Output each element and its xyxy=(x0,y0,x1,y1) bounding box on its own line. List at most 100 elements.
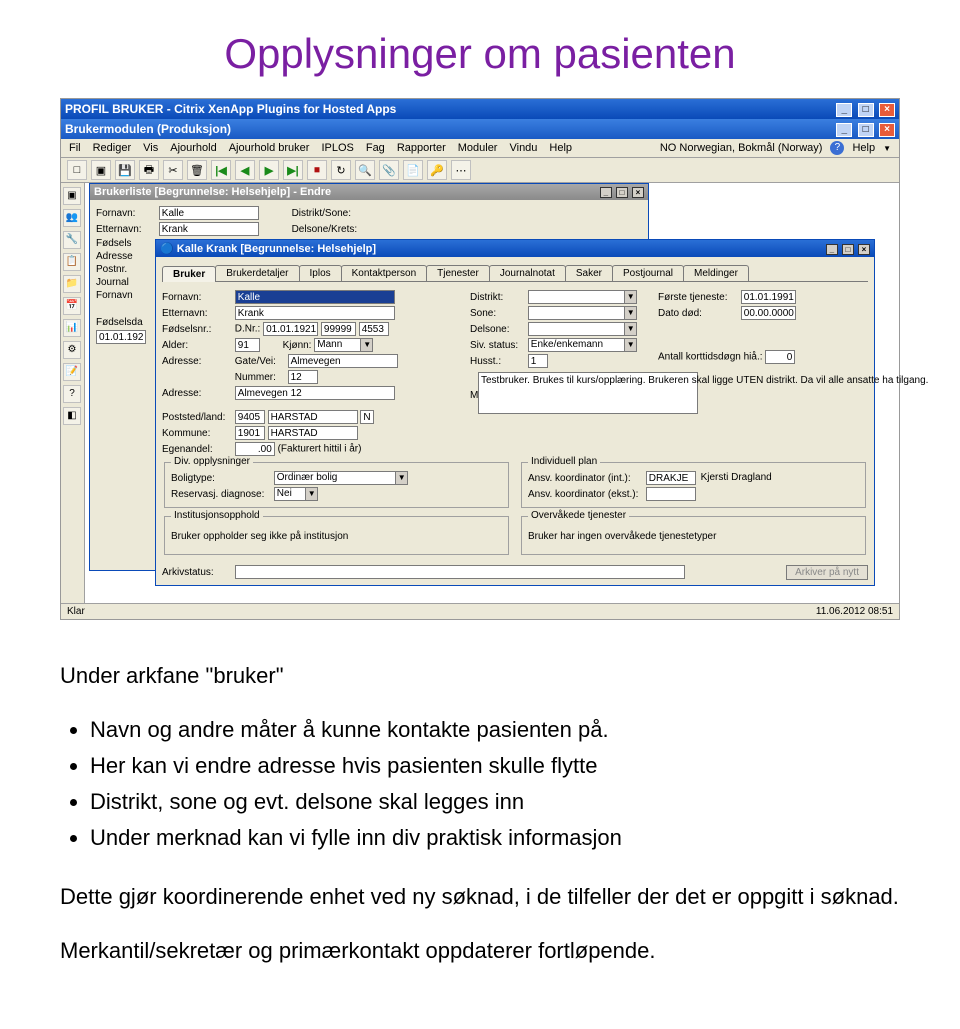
side-tool-help[interactable]: ? xyxy=(63,385,81,403)
fld-fornavn[interactable]: Kalle xyxy=(235,290,395,304)
tool-misc-icon[interactable]: ⋯ xyxy=(451,160,471,180)
maximize-button[interactable]: □ xyxy=(858,103,874,117)
menu-ajourhold-bruker[interactable]: Ajourhold bruker xyxy=(229,142,310,154)
menu-fag[interactable]: Fag xyxy=(366,142,385,154)
tab-postjournal[interactable]: Postjournal xyxy=(612,265,684,281)
tool-save-icon[interactable]: 💾 xyxy=(115,160,135,180)
detail-min[interactable]: _ xyxy=(826,244,838,255)
lbl-adresse3: Adresse: xyxy=(162,388,232,399)
side-tool-2[interactable]: 👥 xyxy=(63,209,81,227)
dd-boligtype[interactable]: Ordinær bolig▼ xyxy=(274,471,408,485)
fld-merknad[interactable]: Testbruker. Brukes til kurs/opplæring. B… xyxy=(478,372,698,414)
fld-alder[interactable]: 91 xyxy=(235,338,260,352)
fld-dnr2[interactable]: 4553 xyxy=(359,322,389,336)
brukerliste-close[interactable]: × xyxy=(632,187,644,198)
dd-kjonn[interactable]: Mann▼ xyxy=(314,338,373,352)
tab-iplos[interactable]: Iplos xyxy=(299,265,342,281)
menu-ajourhold[interactable]: Ajourhold xyxy=(170,142,216,154)
app-maximize-button[interactable]: □ xyxy=(858,123,874,137)
tool-refresh-icon[interactable]: ↻ xyxy=(331,160,351,180)
detail-close[interactable]: × xyxy=(858,244,870,255)
tool-new-icon[interactable]: □ xyxy=(67,160,87,180)
menu-help[interactable]: Help xyxy=(549,142,572,154)
side-tool-6[interactable]: 📅 xyxy=(63,297,81,315)
list-etternavn[interactable]: Krank xyxy=(159,222,259,236)
fld-fodselsnr[interactable]: 01.01.1921 xyxy=(263,322,318,336)
app-title: Brukermodulen (Produksjon) xyxy=(65,122,231,136)
fld-arkivstatus[interactable] xyxy=(235,565,685,579)
dd-sone[interactable]: ▼ xyxy=(528,306,637,320)
btn-arkiver[interactable]: Arkiver på nytt xyxy=(786,565,868,580)
side-tool-5[interactable]: 📁 xyxy=(63,275,81,293)
tool-first-icon[interactable]: |◀ xyxy=(211,160,231,180)
side-tool-7[interactable]: 📊 xyxy=(63,319,81,337)
help-dropdown-arrow[interactable]: ▼ xyxy=(883,144,891,153)
fld-antall-kort[interactable]: 0 xyxy=(765,350,795,364)
tab-brukerdetaljer[interactable]: Brukerdetaljer xyxy=(215,265,299,281)
tab-kontaktperson[interactable]: Kontaktperson xyxy=(341,265,428,281)
brukerliste-min[interactable]: _ xyxy=(600,187,612,198)
tool-delete-icon[interactable]: 🗑 xyxy=(187,160,207,180)
side-tool-9[interactable]: 📝 xyxy=(63,363,81,381)
tool-attach-icon[interactable]: 📎 xyxy=(379,160,399,180)
menu-vis[interactable]: Vis xyxy=(143,142,158,154)
tool-search-icon[interactable]: 🔍 xyxy=(355,160,375,180)
tool-note-icon[interactable]: 📄 xyxy=(403,160,423,180)
tab-tjenester[interactable]: Tjenester xyxy=(426,265,490,281)
fld-kommunenr[interactable]: 1901 xyxy=(235,426,265,440)
detail-tabs: Bruker Brukerdetaljer Iplos Kontaktperso… xyxy=(162,265,868,282)
side-tool-8[interactable]: ⚙ xyxy=(63,341,81,359)
menu-fil[interactable]: Fil xyxy=(69,142,81,154)
help-icon[interactable]: ? xyxy=(830,141,844,155)
tab-journalnotat[interactable]: Journalnotat xyxy=(489,265,566,281)
fld-husst[interactable]: 1 xyxy=(528,354,548,368)
fld-adresse[interactable]: Almevegen 12 xyxy=(235,386,395,400)
minimize-button[interactable]: _ xyxy=(836,103,852,117)
side-tool-3[interactable]: 🔧 xyxy=(63,231,81,249)
tool-stop-icon[interactable]: ⏹ xyxy=(307,160,327,180)
side-tool-4[interactable]: 📋 xyxy=(63,253,81,271)
fld-poststed[interactable]: HARSTAD xyxy=(268,410,358,424)
menu-iplos[interactable]: IPLOS xyxy=(321,142,353,154)
fld-koord-ekst-code[interactable] xyxy=(646,487,696,501)
menu-moduler[interactable]: Moduler xyxy=(458,142,498,154)
fld-forste-tjeneste[interactable]: 01.01.1991 xyxy=(741,290,796,304)
fld-gate[interactable]: Almevegen xyxy=(288,354,398,368)
fld-postland[interactable]: N xyxy=(360,410,374,424)
fld-nummer[interactable]: 12 xyxy=(288,370,318,384)
tool-prev-icon[interactable]: ◀ xyxy=(235,160,255,180)
fld-dato-dod[interactable]: 00.00.0000 xyxy=(741,306,796,320)
fld-koord-int-code[interactable]: DRAKJE xyxy=(646,471,696,485)
side-tool-1[interactable]: ▣ xyxy=(63,187,81,205)
dd-delsone[interactable]: ▼ xyxy=(528,322,637,336)
fld-postnr[interactable]: 9405 xyxy=(235,410,265,424)
tool-next-icon[interactable]: ▶ xyxy=(259,160,279,180)
app-minimize-button[interactable]: _ xyxy=(836,123,852,137)
detail-max[interactable]: □ xyxy=(842,244,854,255)
tool-print-icon[interactable]: 🖶 xyxy=(139,160,159,180)
help-label[interactable]: Help xyxy=(852,142,875,154)
menu-vindu[interactable]: Vindu xyxy=(509,142,537,154)
tool-open-icon[interactable]: ▣ xyxy=(91,160,111,180)
tool-key-icon[interactable]: 🔑 xyxy=(427,160,447,180)
app-close-button[interactable]: × xyxy=(879,123,895,137)
side-tool-10[interactable]: ◧ xyxy=(63,407,81,425)
tool-last-icon[interactable]: ▶| xyxy=(283,160,303,180)
tab-meldinger[interactable]: Meldinger xyxy=(683,265,749,281)
brukerliste-max[interactable]: □ xyxy=(616,187,628,198)
fld-etternavn[interactable]: Krank xyxy=(235,306,395,320)
fld-kommunenavn[interactable]: HARSTAD xyxy=(268,426,358,440)
tab-bruker[interactable]: Bruker xyxy=(162,266,216,282)
list-fornavn[interactable]: Kalle xyxy=(159,206,259,220)
dd-sivstatus[interactable]: Enke/enkemann▼ xyxy=(528,338,637,352)
dd-distrikt[interactable]: ▼ xyxy=(528,290,637,304)
tool-cut-icon[interactable]: ✂ xyxy=(163,160,183,180)
fld-dnr1[interactable]: 99999 xyxy=(321,322,356,336)
list-date[interactable]: 01.01.192 xyxy=(96,330,146,344)
dd-reservasj[interactable]: Nei▼ xyxy=(274,487,318,501)
menu-rediger[interactable]: Rediger xyxy=(93,142,132,154)
fld-egenandel[interactable]: .00 xyxy=(235,442,275,456)
menu-rapporter[interactable]: Rapporter xyxy=(397,142,446,154)
tab-saker[interactable]: Saker xyxy=(565,265,613,281)
close-button[interactable]: × xyxy=(879,103,895,117)
